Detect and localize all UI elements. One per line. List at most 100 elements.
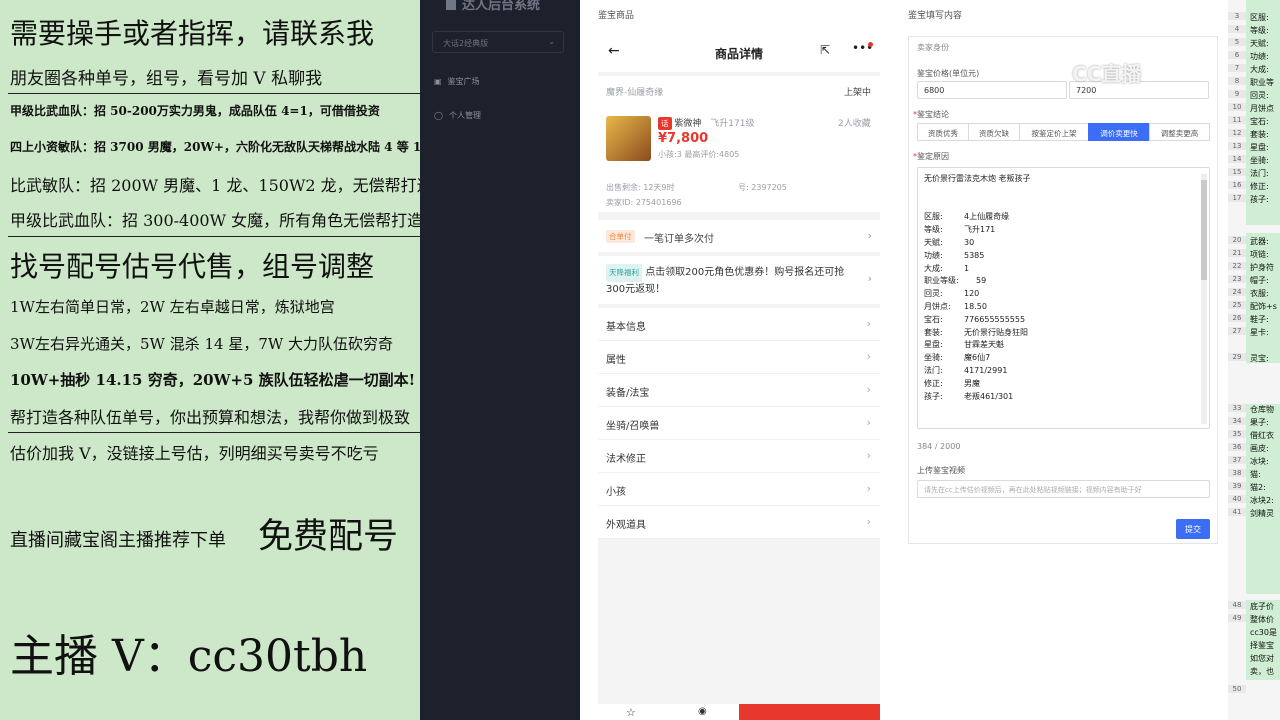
sheet-cell[interactable]: 配饰+s <box>1250 301 1277 312</box>
reason-key: 月饼点: <box>924 301 951 311</box>
sheet-cell[interactable]: 鞋子: <box>1250 314 1269 325</box>
price-label: 鉴宝价格(单位元) <box>917 69 980 78</box>
sheet-cell[interactable]: 果子: <box>1250 417 1269 428</box>
conclusion-option-sell-higher[interactable]: 调整卖更高 <box>1149 123 1210 141</box>
menu-child[interactable]: 小孩 › <box>598 473 880 506</box>
reason-value: 59 <box>976 276 987 286</box>
sheet-cell[interactable]: 猫2: <box>1250 482 1266 493</box>
sheet-cell[interactable]: 项链: <box>1250 249 1269 260</box>
nav-item-label: 鉴宝广场 <box>447 77 480 86</box>
service-icon[interactable]: ◉ <box>698 706 707 717</box>
server-select-value: 大话2经典版 <box>443 39 489 48</box>
conclusion-option-list-at-price[interactable]: 按鉴定价上架 <box>1019 123 1089 141</box>
reason-key: 坐骑: <box>924 353 943 363</box>
nav-item-square[interactable]: ▣ 鉴宝广场 <box>434 76 480 87</box>
sheet-cell[interactable]: 法门: <box>1250 168 1269 179</box>
chevron-right-icon: › <box>866 317 871 330</box>
sheet-cell[interactable]: 灵宝: <box>1250 353 1269 364</box>
sheet-cell[interactable]: 套装: <box>1250 129 1269 140</box>
sheet-cell[interactable]: 借红衣 <box>1250 430 1274 441</box>
nav-item-personal[interactable]: ◯ 个人管理 <box>434 110 481 121</box>
sheet-cell[interactable]: 大成: <box>1250 64 1269 75</box>
reason-key: 大成: <box>924 263 943 273</box>
reason-value: 776655555555 <box>964 314 1026 324</box>
price-input[interactable]: 6800 <box>917 81 1067 99</box>
sheet-cell[interactable]: 冰块: <box>1250 456 1269 467</box>
menu-basic-info[interactable]: 基本信息 › <box>598 308 880 341</box>
sheet-cell[interactable]: 画皮: <box>1250 443 1269 454</box>
spreadsheet-strip: 3 区服: 4 等级: 5 天赋: 6 功绩: 7 大成: 8 职业等 9 回灵: 10 月饼点 11 宝石: 12… <box>1228 0 1280 720</box>
sheet-row-number: 36 <box>1228 443 1246 451</box>
sheet-cell[interactable]: 冰块2: <box>1250 495 1274 506</box>
sheet-cell[interactable]: 星卡: <box>1250 327 1269 338</box>
share-icon[interactable]: ⇱ <box>820 43 830 57</box>
multi-pay-row[interactable]: 合单付 一笔订单多次付 › <box>598 220 880 252</box>
menu-equipment[interactable]: 装备/法宝 › <box>598 374 880 407</box>
sheet-cell[interactable]: 区服: <box>1250 12 1269 23</box>
sheet-cell[interactable]: 等级: <box>1250 25 1269 36</box>
sheet-row-number: 16 <box>1228 181 1246 189</box>
product-card[interactable]: 魔界-仙履奇缘 上架中 话 紫微神 飞升171级 2人收藏 ¥7,800 小孩:… <box>598 76 880 212</box>
sheet-cell[interactable]: 衣服: <box>1250 288 1269 299</box>
textarea-scrollbar[interactable] <box>1201 174 1207 424</box>
sheet-cell[interactable]: 剑精灵 <box>1250 508 1274 519</box>
conclusion-label-text: 鉴宝结论 <box>917 110 949 119</box>
conclusion-option-lacking[interactable]: 资质欠缺 <box>968 123 1020 141</box>
submit-button[interactable]: 提交 <box>1176 519 1210 539</box>
chevron-right-icon: › <box>866 350 871 363</box>
buy-button[interactable] <box>739 704 880 720</box>
sheet-cell[interactable]: 坐骑: <box>1250 155 1269 166</box>
overlay-line: 甲级比武血队：招 300-400W 女魔，所有角色无偿帮打造 <box>10 211 420 230</box>
menu-mount[interactable]: 坐骑/召唤兽 › <box>598 407 880 440</box>
sheet-cell[interactable]: 孩子: <box>1250 194 1269 205</box>
sheet-cell[interactable]: 回灵: <box>1250 90 1269 101</box>
reason-key: 修正: <box>924 378 943 388</box>
sheet-cell[interactable]: 底子价 <box>1250 601 1274 612</box>
menu-spell[interactable]: 法术修正 › <box>598 440 880 473</box>
sheet-cell[interactable]: 整体价 <box>1250 614 1274 625</box>
sheet-cell[interactable]: 月饼点 <box>1250 103 1274 114</box>
reason-row: 天赋: 30 <box>924 237 1203 250</box>
conclusion-option-sell-faster[interactable]: 调价卖更快 <box>1088 123 1150 141</box>
stream-overlay-panel: 需要操手或者指挥，请联系我 朋友圈各种单号，组号，看号加 V 私聊我 甲级比武血… <box>0 0 420 720</box>
reason-key: 孩子: <box>924 391 943 401</box>
sheet-cell[interactable]: 职业等 <box>1250 77 1274 88</box>
sheet-cell[interactable]: 修正: <box>1250 181 1269 192</box>
sheet-cell[interactable]: 天赋: <box>1250 38 1269 49</box>
menu-attributes[interactable]: 属性 › <box>598 341 880 374</box>
sheet-cell[interactable]: 猫: <box>1250 469 1261 480</box>
reason-textarea[interactable]: 无价景行雷法克木炮 老叛孩子 区服: 4上仙履奇缘 等级: 飞升171 天赋: 30 … <box>917 167 1210 429</box>
sheet-row-number: 29 <box>1228 353 1246 361</box>
reason-label: *鉴定原因 <box>913 152 949 161</box>
menu-appearance[interactable]: 外观道具 › <box>598 506 880 539</box>
video-link-input[interactable]: 请先在cc上传估价视频后，再在此处粘贴视频链接；视频内容有助于好 <box>917 480 1210 498</box>
sheet-row-number: 4 <box>1228 25 1246 33</box>
sheet-cell[interactable]: 星盘: <box>1250 142 1269 153</box>
page-title: 商品详情 <box>714 47 763 61</box>
sheet-cell[interactable]: 如您对 <box>1250 653 1274 664</box>
sheet-cell[interactable]: 择鉴宝 <box>1250 640 1274 651</box>
scrollbar-thumb[interactable] <box>1201 180 1207 280</box>
sheet-cell[interactable]: 卖，也 <box>1250 666 1274 677</box>
promo-row[interactable]: 天降福利 点击领取200元角色优惠券！购号报名还可抢300元返现！ › <box>598 256 880 304</box>
star-icon[interactable]: ☆ <box>626 706 636 719</box>
reason-key: 功绩: <box>924 250 943 260</box>
conclusion-label: *鉴宝结论 <box>913 110 949 119</box>
sheet-cell[interactable]: cc30是 <box>1250 627 1277 638</box>
sheet-cell[interactable]: 武器: <box>1250 236 1269 247</box>
sheet-cell[interactable]: 帽子: <box>1250 275 1269 286</box>
server-select[interactable]: 大话2经典版 ⌄ <box>432 31 564 53</box>
sheet-cell[interactable]: 仓库物 <box>1250 404 1274 415</box>
reason-value: 4上仙履奇缘 <box>964 212 1010 222</box>
sheet-cell[interactable]: 功绩: <box>1250 51 1269 62</box>
nav-item-label: 个人管理 <box>448 111 481 120</box>
sheet-row-number: 8 <box>1228 77 1246 85</box>
sheet-cell[interactable]: 护身符 <box>1250 262 1274 273</box>
sheet-cell[interactable]: 宝石: <box>1250 116 1269 127</box>
notification-dot <box>868 42 873 47</box>
admin-title: 达人后台系统 <box>446 0 540 13</box>
reason-row: 坐骑: 魔6仙7 <box>924 352 1203 365</box>
item-number: 号: 2397205 <box>738 183 787 192</box>
reason-row: 月饼点: 18.50 <box>924 301 1203 314</box>
conclusion-option-excellent[interactable]: 资质优秀 <box>917 123 969 141</box>
